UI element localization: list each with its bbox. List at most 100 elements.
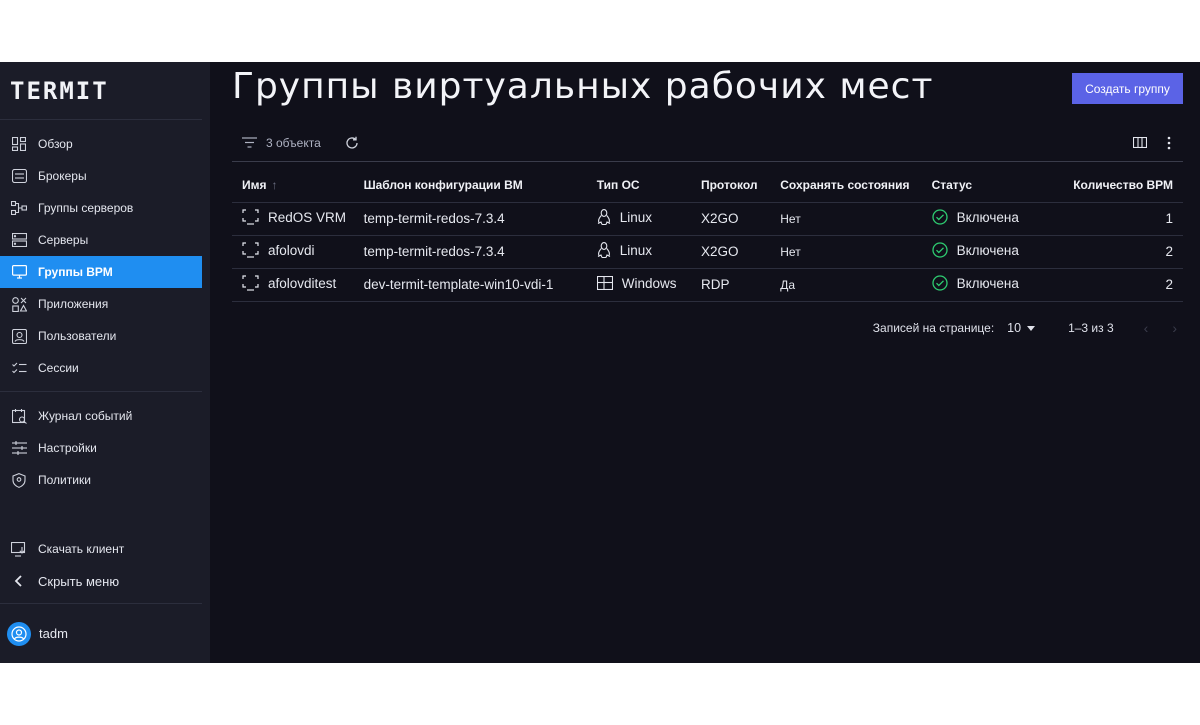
- sidebar-item-brokers[interactable]: Брокеры: [0, 160, 202, 192]
- rows-per-page-label: Записей на странице:: [872, 321, 995, 335]
- row-template: temp-termit-redos-7.3.4: [353, 201, 587, 235]
- broker-icon: [11, 168, 27, 184]
- sidebar: TERMIT Обзор Брокеры Группы серверов Сер…: [0, 62, 210, 663]
- sidebar-item-apps[interactable]: Приложения: [0, 288, 202, 320]
- page-title: Группы виртуальных рабочих мест: [232, 66, 934, 107]
- vm-screen-icon: [242, 275, 259, 291]
- dashboard-icon: [11, 136, 27, 152]
- row-status: Включена: [956, 209, 1019, 225]
- server-icon: [11, 232, 27, 248]
- server-groups-icon: [11, 200, 27, 216]
- rows-per-page-select[interactable]: 10: [1007, 321, 1036, 335]
- pagination: Записей на странице: 10 1–3 из 3 ‹ ›: [232, 318, 1183, 338]
- header-label: Имя: [242, 177, 267, 192]
- table-toolbar: 3 объекта: [232, 124, 1183, 162]
- apps-icon: [11, 296, 27, 312]
- column-header-status[interactable]: Статус: [922, 168, 1064, 202]
- row-os: Linux: [619, 242, 653, 258]
- sidebar-item-label: Политики: [38, 473, 91, 487]
- column-header-protocol[interactable]: Протокол: [691, 168, 770, 202]
- toolbar-right: [1133, 136, 1183, 150]
- sidebar-item-server-groups[interactable]: Группы серверов: [0, 192, 202, 224]
- create-group-button[interactable]: Создать группу: [1072, 73, 1183, 104]
- row-count: 2: [1063, 234, 1183, 268]
- monitor-icon: [11, 264, 27, 280]
- column-header-persist[interactable]: Сохранять состояния: [770, 168, 921, 202]
- sliders-icon: [11, 440, 27, 456]
- sidebar-item-overview[interactable]: Обзор: [0, 128, 202, 160]
- sidebar-item-settings[interactable]: Настройки: [0, 432, 202, 464]
- column-header-name[interactable]: Имя ↑: [232, 168, 354, 202]
- row-count: 1: [1063, 201, 1183, 235]
- check-circle-icon: [931, 209, 948, 225]
- table-row[interactable]: afolovdi temp-termit-redos-7.3.4 Linux X…: [232, 234, 1183, 268]
- main-content: Группы виртуальных рабочих мест Создать …: [210, 62, 1200, 663]
- sidebar-item-label: Группы ВРМ: [38, 265, 113, 279]
- user-name: tadm: [39, 626, 68, 641]
- prev-page-icon[interactable]: ‹: [1144, 320, 1149, 336]
- row-protocol: X2GO: [690, 234, 771, 268]
- download-client-label: Скачать клиент: [38, 542, 125, 556]
- more-vert-icon[interactable]: [1167, 136, 1171, 150]
- row-os: Linux: [619, 209, 653, 225]
- row-protocol: X2GO: [690, 201, 771, 235]
- linux-icon: [597, 242, 611, 258]
- user-card-icon: [11, 328, 27, 344]
- sidebar-item-vrm-groups[interactable]: Группы ВРМ: [0, 256, 202, 288]
- app-window: TERMIT Обзор Брокеры Группы серверов Сер…: [0, 62, 1200, 663]
- avatar-icon: [7, 621, 31, 646]
- row-persist: Нет: [770, 234, 922, 268]
- row-status: Включена: [956, 242, 1019, 258]
- vrm-groups-table: Имя ↑ Шаблон конфигурации ВМ Тип ОС Прото…: [232, 168, 1183, 302]
- row-name[interactable]: afolovditest: [268, 276, 336, 291]
- download-icon: [11, 541, 27, 557]
- row-template: dev-termit-template-win10-vdi-1: [353, 267, 587, 302]
- row-name[interactable]: RedOS VRM: [268, 210, 346, 225]
- sidebar-item-label: Приложения: [38, 297, 109, 311]
- sidebar-divider: [0, 391, 202, 392]
- filter-icon: [242, 137, 257, 148]
- row-name[interactable]: afolovdi: [268, 243, 315, 258]
- sidebar-item-label: Брокеры: [38, 169, 87, 183]
- sidebar-item-event-log[interactable]: Журнал событий: [0, 400, 202, 432]
- pagination-range: 1–3 из 3: [1068, 321, 1114, 335]
- next-page-icon[interactable]: ›: [1172, 320, 1177, 336]
- sidebar-item-label: Настройки: [38, 441, 97, 455]
- table-row[interactable]: RedOS VRM temp-termit-redos-7.3.4 Linux …: [232, 201, 1183, 235]
- vm-screen-icon: [242, 209, 259, 225]
- sessions-icon: [11, 360, 27, 376]
- column-header-count[interactable]: Количество ВРМ: [1063, 168, 1183, 202]
- download-client-link[interactable]: Скачать клиент: [0, 533, 202, 565]
- hide-menu-button[interactable]: Скрыть меню: [0, 565, 202, 597]
- row-status: Включена: [956, 275, 1019, 291]
- check-circle-icon: [931, 242, 948, 258]
- sort-arrow-up-icon[interactable]: ↑: [272, 178, 278, 192]
- chevron-left-icon: [11, 573, 27, 589]
- sidebar-item-label: Серверы: [38, 233, 89, 247]
- table-header-row: Имя ↑ Шаблон конфигурации ВМ Тип ОС Прото…: [232, 168, 1183, 202]
- sidebar-item-label: Группы серверов: [38, 201, 134, 215]
- logo: TERMIT: [0, 62, 202, 120]
- column-header-os[interactable]: Тип ОС: [587, 168, 691, 202]
- sidebar-nav: Обзор Брокеры Группы серверов Серверы Гр…: [0, 120, 210, 496]
- column-header-template[interactable]: Шаблон конфигурации ВМ: [354, 168, 587, 202]
- windows-icon: [596, 276, 613, 291]
- check-circle-icon: [931, 275, 948, 291]
- filter-button[interactable]: 3 объекта: [232, 136, 321, 150]
- refresh-icon[interactable]: [345, 136, 359, 150]
- user-profile[interactable]: tadm: [0, 603, 202, 663]
- event-log-icon: [11, 408, 27, 424]
- linux-icon: [597, 209, 611, 225]
- sidebar-item-users[interactable]: Пользователи: [0, 320, 202, 352]
- table-row[interactable]: afolovditest dev-termit-template-win10-v…: [232, 267, 1183, 302]
- sidebar-item-servers[interactable]: Серверы: [0, 224, 202, 256]
- row-persist: Нет: [770, 201, 922, 235]
- object-count: 3 объекта: [266, 135, 321, 150]
- shield-icon: [11, 472, 27, 488]
- row-persist: Да: [770, 267, 922, 302]
- sidebar-item-sessions[interactable]: Сессии: [0, 352, 202, 384]
- caret-down-icon: [1027, 325, 1036, 331]
- columns-icon[interactable]: [1133, 137, 1147, 148]
- row-count: 2: [1063, 267, 1183, 302]
- sidebar-item-policies[interactable]: Политики: [0, 464, 202, 496]
